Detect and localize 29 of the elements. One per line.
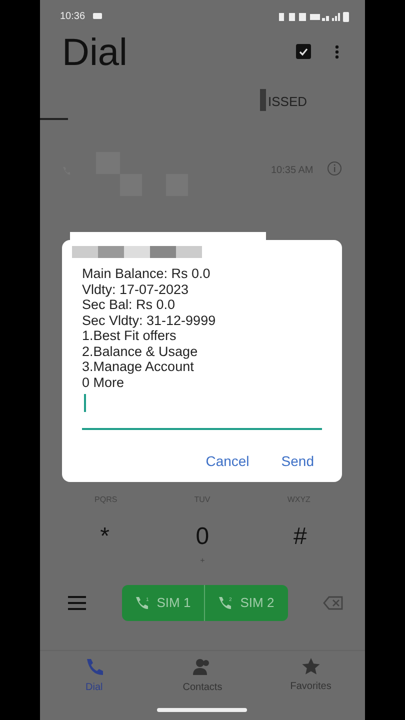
phone-icon [85, 658, 104, 676]
app-title: Dial [61, 34, 128, 72]
dialog-button[interactable]: Send [273, 450, 322, 474]
dialog-button[interactable]: Cancel [198, 450, 258, 474]
video-icon [93, 13, 102, 19]
message-line: Vldty: 17-07-2023 [82, 282, 190, 297]
star-icon [302, 658, 320, 675]
info-icon[interactable] [327, 161, 342, 176]
dial-key[interactable]: * [74, 518, 135, 568]
nav-tab[interactable]: Favorites [270, 657, 351, 696]
dial-key[interactable]: # [270, 518, 330, 568]
message-line: Sec Bal: Rs 0.0 [82, 297, 176, 312]
message-line: Main Balance: Rs 0.0 [82, 266, 212, 282]
tab[interactable]: ISSED [268, 92, 308, 112]
message-line: 1.Best Fit offers [82, 328, 178, 344]
status-icons-drawing [279, 10, 349, 22]
more-icon[interactable] [335, 44, 339, 58]
dial-key[interactable]: 0 + [172, 518, 232, 568]
nav-tab[interactable]: Dial [54, 657, 134, 696]
message-line: 2.Balance & Usage [82, 344, 199, 359]
message-line: 0 More [82, 374, 126, 390]
menu-icon[interactable] [68, 596, 86, 610]
message-line: 3.Manage Account [82, 359, 195, 374]
status-time: 10:36 [60, 10, 86, 24]
scroll-marker [260, 89, 266, 111]
message-line: Sec Vldty: 31-12-9999 [82, 312, 217, 328]
checkbox-icon[interactable] [296, 44, 311, 59]
nav-tab[interactable]: Contacts [162, 657, 242, 696]
backspace-icon[interactable] [323, 596, 343, 610]
